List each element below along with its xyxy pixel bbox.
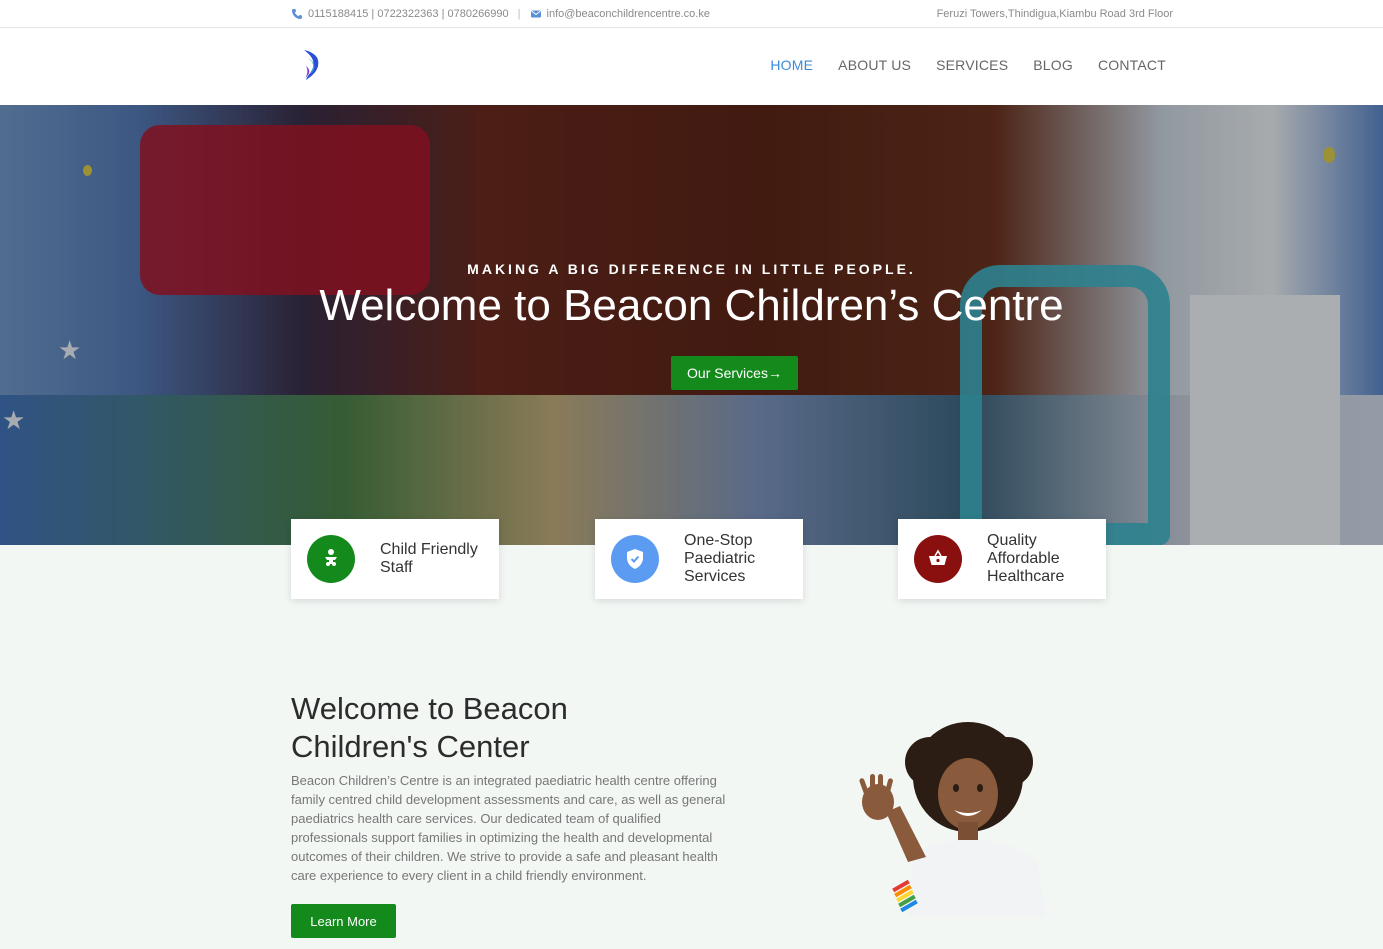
top-bar: 0115188415 | 0722322363 | 0780266990 | i… xyxy=(0,0,1383,28)
nav-contact[interactable]: CONTACT xyxy=(1098,57,1166,73)
hero-title: Welcome to Beacon Children’s Centre xyxy=(319,281,1064,330)
email-link[interactable]: info@beaconchildrencentre.co.ke xyxy=(547,8,710,20)
learn-more-button[interactable]: Learn More xyxy=(291,904,396,938)
our-services-button[interactable]: Our Services→ xyxy=(671,356,798,390)
mail-icon xyxy=(530,8,542,20)
shield-check-icon xyxy=(611,535,659,583)
baby-icon xyxy=(307,535,355,583)
feature-label: Child Friendly Staff xyxy=(380,541,478,576)
about-text: Beacon Children’s Centre is an integrate… xyxy=(291,773,726,883)
site-header: HOME ABOUT US SERVICES BLOG CONTACT xyxy=(0,28,1383,105)
basket-icon xyxy=(914,535,962,583)
nav-services[interactable]: SERVICES xyxy=(936,57,1008,73)
nav-about-us[interactable]: ABOUT US xyxy=(838,57,911,73)
feature-card-quality: Quality Affordable Healthcare xyxy=(898,519,1106,599)
phone-icon xyxy=(291,8,303,20)
hero-tagline: MAKING A BIG DIFFERENCE IN LITTLE PEOPLE… xyxy=(467,261,916,277)
logo[interactable] xyxy=(298,46,326,86)
feature-card-one-stop: One-Stop Paediatric Services xyxy=(595,519,803,599)
feature-label: Quality Affordable Healthcare xyxy=(987,532,1065,585)
hero-banner: ★ ★ MAKING A BIG DIFFERENCE IN LITTLE PE… xyxy=(0,105,1383,545)
waving-girl-image xyxy=(848,722,1048,917)
feature-card-child-friendly: Child Friendly Staff xyxy=(291,519,499,599)
feature-label: One-Stop Paediatric Services xyxy=(684,532,756,585)
nav-home[interactable]: HOME xyxy=(770,57,813,73)
address-text: Feruzi Towers,Thindigua,Kiambu Road 3rd … xyxy=(936,8,1173,20)
phone-numbers[interactable]: 0115188415 | 0722322363 | 0780266990 xyxy=(308,8,509,20)
main-nav: HOME ABOUT US SERVICES BLOG CONTACT xyxy=(770,57,1166,73)
nav-blog[interactable]: BLOG xyxy=(1033,57,1073,73)
about-title: Welcome to Beacon Children's Center xyxy=(291,691,568,764)
divider: | xyxy=(517,8,521,20)
